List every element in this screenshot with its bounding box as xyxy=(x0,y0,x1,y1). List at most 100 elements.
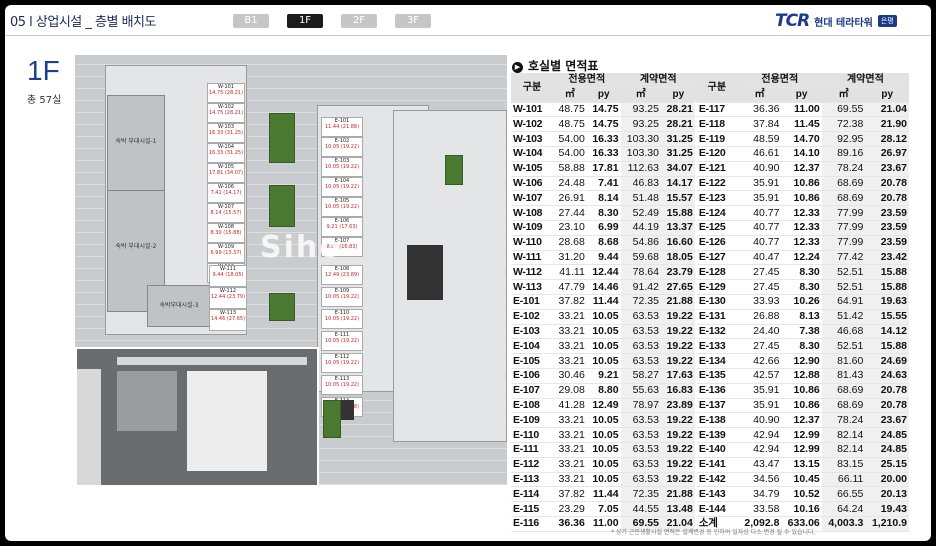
landscape-4 xyxy=(445,155,463,185)
plan-unit-west[interactable]: W-112 12.44 (23.79) xyxy=(209,287,247,309)
contract-area: 21.88 xyxy=(660,294,696,310)
contract-area: 26.97 xyxy=(865,146,909,162)
plan-unit-east[interactable]: E-101 11.44 (21.88) xyxy=(321,117,363,137)
plan-unit-area: 10.05 (19.22) xyxy=(324,294,360,300)
exclusive-area: 35.91 xyxy=(737,398,782,414)
unit-number: E-119 xyxy=(694,131,738,147)
plan-unit-west[interactable]: W-104 16.33 (31.25) xyxy=(207,143,245,163)
contract-area: 23.59 xyxy=(865,235,909,251)
plan-unit-west[interactable]: W-101 14.75 (28.21) xyxy=(207,83,245,103)
contract-area: 31.25 xyxy=(660,131,696,147)
plan-unit-east[interactable]: E-102 10.05 (19.22) xyxy=(321,137,363,157)
plan-unit-area: 12.49 (23.89) xyxy=(324,272,360,278)
contract-area: 21.90 xyxy=(865,116,909,133)
exclusive-area: 12.24 xyxy=(781,250,822,266)
exclusive-area: 24.48 xyxy=(553,176,587,192)
contract-area: 72.35 xyxy=(620,294,661,310)
unit-number: E-114 xyxy=(511,486,553,503)
exclusive-area: 54.00 xyxy=(553,131,587,147)
table-row: W-112 41.11 12.44 78.64 23.79 E-128 27.45 8.30 5… xyxy=(511,264,909,281)
contract-area: 63.53 xyxy=(620,427,661,443)
contract-area: 15.88 xyxy=(660,205,696,221)
plan-unit-west[interactable]: W-108 8.30 (15.88) xyxy=(207,223,245,243)
exclusive-area: 10.05 xyxy=(586,324,621,340)
exclusive-area: 10.05 xyxy=(586,338,621,355)
exclusive-area: 33.21 xyxy=(553,442,587,458)
plan-unit-west[interactable]: W-109 6.99 (13.37) xyxy=(207,243,245,263)
plan-unit-east[interactable]: E-113 10.05 (19.22) xyxy=(321,375,363,395)
table-row: E-115 23.29 7.05 44.55 13.48 E-144 33.58 10.16 6… xyxy=(511,501,909,517)
plan-unit-west[interactable]: W-103 16.33 (31.25) xyxy=(207,123,245,143)
contract-area: 63.53 xyxy=(620,353,661,369)
plan-unit-area: 16.33 (31.25) xyxy=(208,130,244,136)
unit-number: E-121 xyxy=(694,161,738,177)
exclusive-area: 26.88 xyxy=(737,309,782,325)
exclusive-area: 28.68 xyxy=(553,235,587,251)
contract-area: 1,210.9 xyxy=(865,516,909,532)
tab-2f[interactable]: 2F xyxy=(341,14,377,28)
elevator-core xyxy=(407,245,443,300)
contract-area: 78.24 xyxy=(821,412,866,429)
plan-unit-east[interactable]: E-112 10.05 (19.22) xyxy=(321,353,363,373)
exclusive-area: 37.82 xyxy=(553,294,587,310)
table-row: W-107 26.91 8.14 51.48 15.57 E-123 35.91 10.86 6… xyxy=(511,190,909,207)
page-frame: 05 l 상업시설 _ 층별 배치도 B1 1F 2F 3F TCR 현대 테라… xyxy=(5,5,931,541)
contract-area: 82.14 xyxy=(821,427,866,443)
plan-unit-east[interactable]: E-110 10.05 (19.22) xyxy=(321,309,363,329)
plan-unit-east[interactable]: E-109 10.05 (19.22) xyxy=(321,287,363,307)
exclusive-area: 10.05 xyxy=(586,442,621,458)
plan-unit-west[interactable]: W-106 7.41 (14.17) xyxy=(207,183,245,203)
plan-unit-area: 16.33 (31.25) xyxy=(208,150,244,156)
plan-unit-west[interactable]: W-105 17.81 (34.07) xyxy=(207,163,245,183)
contract-area: 28.21 xyxy=(660,116,696,133)
plan-unit-east[interactable]: E-103 10.05 (19.22) xyxy=(321,157,363,177)
plan-unit-west[interactable]: W-111 9.44 (18.05) xyxy=(209,265,247,287)
contract-area: 14.17 xyxy=(660,176,696,192)
contract-area: 64.91 xyxy=(821,294,866,310)
unit-m2: ㎡ xyxy=(821,87,866,103)
plan-unit-east[interactable]: E-105 10.05 (19.22) xyxy=(321,197,363,217)
tab-b1[interactable]: B1 xyxy=(233,14,269,28)
plan-unit-west[interactable]: W-113 14.46 (27.65) xyxy=(209,309,247,331)
exclusive-area: 14.10 xyxy=(781,146,822,162)
contract-area: 19.22 xyxy=(660,442,696,458)
unit-number: E-125 xyxy=(694,220,738,236)
plan-unit-east[interactable]: E-108 12.49 (23.89) xyxy=(321,265,363,285)
exclusive-area: 7.38 xyxy=(781,324,822,340)
exclusive-area: 10.05 xyxy=(586,472,621,488)
exclusive-area: 27.45 xyxy=(737,338,782,355)
table-title-text: 호실별 면적표 xyxy=(528,59,599,73)
contract-area: 81.60 xyxy=(821,353,866,369)
table-row: W-111 31.20 9.44 59.68 18.05 E-127 40.47 12.24 7… xyxy=(511,250,909,266)
exclusive-area: 37.84 xyxy=(737,116,782,133)
col-exclusive-left: 전용면적 xyxy=(553,73,621,88)
plan-unit-area: 10.05 (19.22) xyxy=(324,144,360,150)
contract-area: 19.22 xyxy=(660,324,696,340)
plan-unit-east[interactable]: E-104 10.05 (19.22) xyxy=(321,177,363,197)
plan-unit-area: 9.44 (18.05) xyxy=(212,272,244,278)
footnote: * 상기 근린생활시설 면적은 설계변경 등 인하여 일자상 다소 변경 될 수… xyxy=(611,529,816,536)
tab-1f[interactable]: 1F xyxy=(287,14,323,28)
table-row: E-103 33.21 10.05 63.53 19.22 E-132 24.40 7.38 4… xyxy=(511,324,909,340)
tab-3f[interactable]: 3F xyxy=(395,14,431,28)
plan-unit-west[interactable]: W-102 14.75 (28.21) xyxy=(207,103,245,123)
exclusive-area: 10.05 xyxy=(586,412,621,429)
contract-area: 54.86 xyxy=(620,235,661,251)
plan-unit-east[interactable]: E-111 10.05 (19.22) xyxy=(321,331,363,351)
contract-area: 63.53 xyxy=(620,442,661,458)
contract-area: 93.25 xyxy=(620,102,661,118)
exclusive-area: 6.99 xyxy=(586,220,621,236)
play-icon: ▶ xyxy=(512,62,523,73)
contract-area: 13.37 xyxy=(660,220,696,236)
plan-unit-west[interactable]: W-107 8.14 (15.57) xyxy=(207,203,245,223)
contract-area: 28.12 xyxy=(865,131,909,147)
exclusive-area: 33.21 xyxy=(553,472,587,488)
contract-area: 34.07 xyxy=(660,161,696,177)
facility-label-3: 숙박부대시설-3 xyxy=(159,302,199,309)
contract-area: 24.85 xyxy=(865,442,909,458)
table-row: W-106 24.48 7.41 46.83 14.17 E-122 35.91 10.86 6… xyxy=(511,176,909,192)
unit-py: py xyxy=(660,87,696,103)
unit-number: W-110 xyxy=(511,235,553,251)
plan-unit-area: 14.75 (28.21) xyxy=(208,110,244,116)
exclusive-area: 48.75 xyxy=(553,102,587,118)
